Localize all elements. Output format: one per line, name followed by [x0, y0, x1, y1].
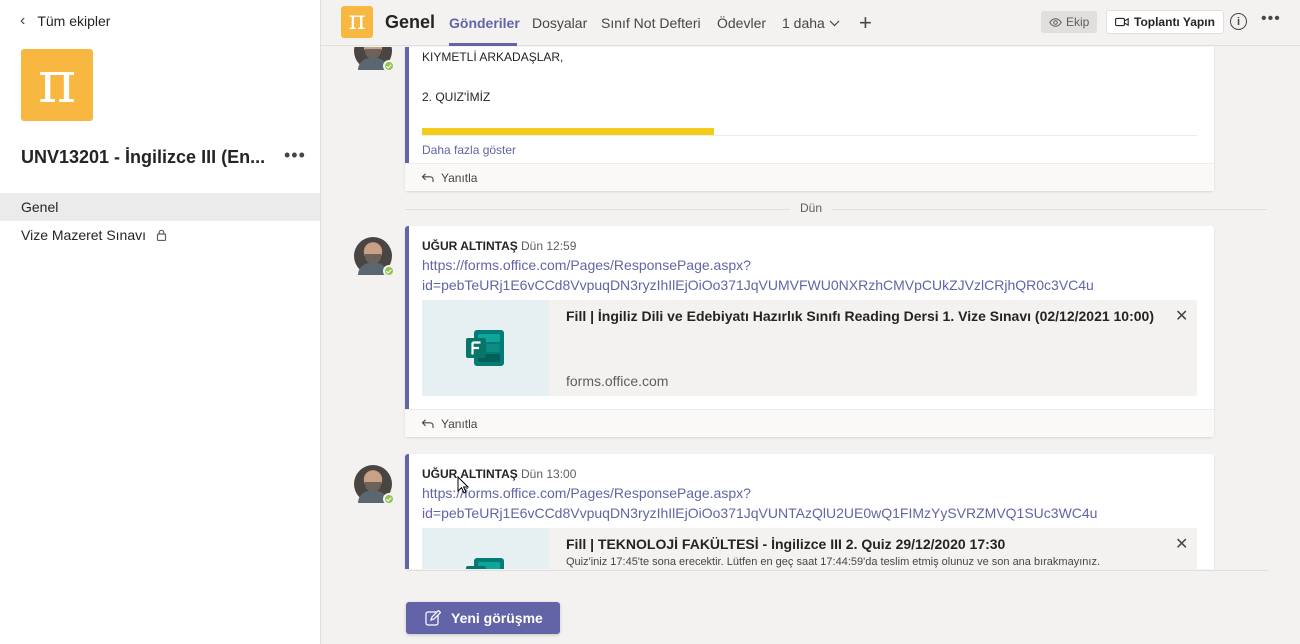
new-conversation-button[interactable]: Yeni görüşme: [406, 602, 560, 634]
date-divider-line: [405, 209, 1267, 210]
meet-now-label: Toplantı Yapın: [1134, 15, 1215, 29]
reply-icon: [421, 172, 434, 183]
team-view-label: Ekip: [1066, 15, 1090, 29]
card-title[interactable]: Fill | TEKNOLOJİ FAKÜLTESİ - İngilizce I…: [566, 536, 1005, 552]
message-accent-bar: [405, 454, 409, 569]
tab-odevler[interactable]: Ödevler: [717, 15, 766, 31]
link-line: https://forms.office.com/Pages/ResponseP…: [422, 485, 751, 501]
message-text-line: 2. QUIZ'İMİZ: [422, 90, 491, 104]
card-description: Quiz'iniz 17:45'te sona erecektir. Lütfe…: [566, 556, 1100, 568]
card-thumbnail: [422, 528, 549, 569]
channel-label: Vize Mazeret Sınavı: [21, 227, 147, 243]
chevron-down-icon: [829, 20, 840, 27]
back-label: Tüm ekipler: [37, 13, 111, 29]
team-view-button[interactable]: Ekip: [1041, 11, 1098, 33]
lock-icon: [156, 229, 167, 241]
reply-label: Yanıtla: [441, 170, 478, 185]
card-title[interactable]: Fill | İngiliz Dili ve Edebiyatı Hazırlı…: [566, 308, 1154, 324]
message-author[interactable]: UĞUR ALTINTAŞ: [422, 239, 518, 253]
channel-title: Genel: [385, 12, 436, 32]
card-domain: forms.office.com: [566, 373, 669, 389]
message-link[interactable]: https://forms.office.com/Pages/ResponseP…: [422, 255, 1202, 295]
message-text-line: KIYMETLİ ARKADAŞLAR,: [422, 50, 564, 64]
author-avatar[interactable]: [354, 465, 395, 505]
team-logo-glyph: π: [37, 48, 77, 116]
meet-now-button[interactable]: Toplantı Yapın: [1106, 10, 1224, 34]
reply-button[interactable]: Yanıtla: [405, 409, 1214, 437]
message-post: UĞUR ALTINTAŞ Dün 12:59 https://forms.of…: [405, 226, 1214, 437]
header-more-options-icon[interactable]: •••: [1261, 10, 1281, 28]
message-accent-bar: [405, 226, 409, 409]
team-name: UNV13201 - İngilizce III (En...: [21, 147, 266, 167]
message-timestamp: Dün 12:59: [521, 239, 577, 253]
author-avatar[interactable]: [354, 237, 395, 277]
channel-item-vize-mazeret[interactable]: Vize Mazeret Sınavı: [0, 221, 320, 249]
close-icon[interactable]: ✕: [1175, 306, 1188, 326]
channel-team-logo-glyph: π: [348, 5, 366, 36]
video-camera-icon: [1115, 17, 1129, 27]
close-icon[interactable]: ✕: [1175, 534, 1188, 554]
forms-logo-icon: [464, 328, 508, 368]
more-options-icon[interactable]: •••: [284, 145, 306, 166]
forms-logo-icon: [464, 556, 508, 569]
presence-available-icon: [383, 265, 395, 277]
link-line: id=pebTeURj1E6vCCd8VvpuqDN3ryzIhIlEjOiOo…: [422, 505, 1098, 521]
back-to-teams-link[interactable]: ‹ Tüm ekipler: [20, 12, 110, 30]
date-divider-label: Dün: [790, 201, 833, 215]
add-tab-icon[interactable]: +: [859, 10, 872, 36]
message-timestamp: Dün 13:00: [521, 467, 577, 481]
tab-sinif-not-defteri[interactable]: Sınıf Not Defteri: [601, 15, 701, 31]
tab-gonderiler[interactable]: Gönderiler: [449, 15, 520, 31]
info-icon[interactable]: i: [1230, 13, 1247, 30]
team-logo: π: [21, 49, 93, 121]
show-more-link[interactable]: Daha fazla göster: [422, 143, 516, 157]
mouse-pointer-icon: [457, 475, 470, 499]
reply-icon: [421, 418, 434, 429]
compose-separator: [406, 570, 1268, 571]
author-avatar[interactable]: [354, 47, 395, 72]
presence-available-icon: [383, 493, 395, 505]
active-tab-indicator: [449, 43, 517, 46]
reply-button[interactable]: Yanıtla: [405, 163, 1214, 191]
team-sidebar: ‹ Tüm ekipler π UNV13201 - İngilizce III…: [0, 0, 321, 644]
chevron-left-icon: ‹: [20, 12, 26, 29]
message-post: UĞUR ALTINTAŞ Dün 13:00 https://forms.of…: [405, 454, 1214, 569]
message-accent-bar: [405, 47, 409, 163]
card-thumbnail: [422, 300, 549, 396]
channel-header: π Genel Gönderiler Dosyalar Sınıf Not De…: [321, 0, 1300, 46]
link-preview-card[interactable]: Fill | TEKNOLOJİ FAKÜLTESİ - İngilizce I…: [422, 528, 1197, 569]
new-conversation-label: Yeni görüşme: [451, 610, 543, 626]
message-post: KIYMETLİ ARKADAŞLAR, 2. QUIZ'İMİZ Daha f…: [405, 47, 1214, 191]
link-preview-card[interactable]: Fill | İngiliz Dili ve Edebiyatı Hazırlı…: [422, 300, 1197, 396]
channel-label: Genel: [21, 199, 59, 215]
link-line: https://forms.office.com/Pages/ResponseP…: [422, 257, 751, 273]
tab-more[interactable]: 1 daha: [782, 15, 840, 31]
message-author[interactable]: UĞUR ALTINTAŞ: [422, 467, 518, 481]
link-line: id=pebTeURj1E6vCCd8VvpuqDN3ryzIhIlEjOiOo…: [422, 277, 1094, 293]
compose-icon: [425, 610, 441, 626]
channel-item-genel[interactable]: Genel: [0, 193, 320, 221]
tab-dosyalar[interactable]: Dosyalar: [532, 15, 587, 31]
reply-label: Yanıtla: [441, 416, 478, 431]
channel-team-logo: π: [341, 6, 373, 38]
message-separator: [422, 135, 1197, 136]
presence-available-icon: [383, 60, 395, 72]
message-link[interactable]: https://forms.office.com/Pages/ResponseP…: [422, 483, 1202, 523]
tab-more-label: 1 daha: [782, 15, 825, 31]
eye-icon: [1049, 17, 1062, 27]
